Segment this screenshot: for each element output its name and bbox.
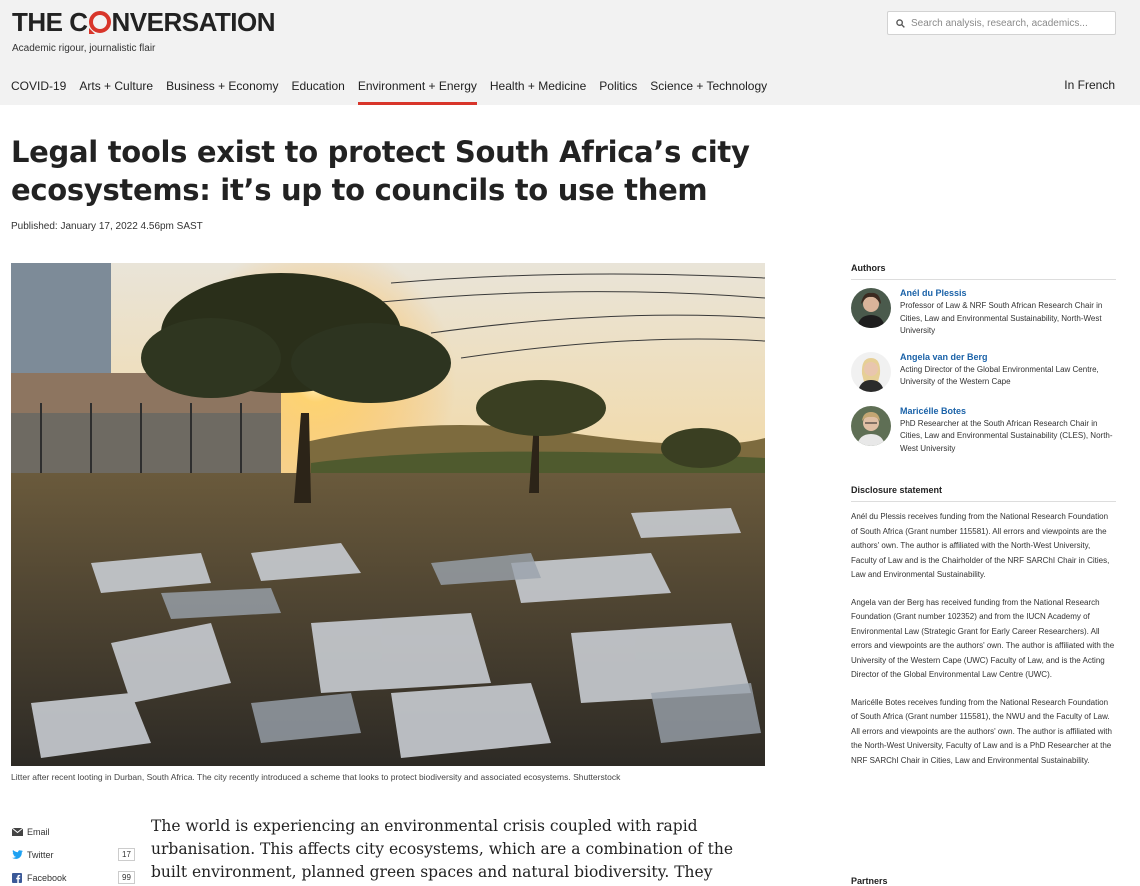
share-twitter-count: 17 [118, 848, 135, 861]
logo-text-left: THE C [12, 7, 88, 37]
share-facebook-count: 99 [118, 871, 135, 884]
article-headline: Legal tools exist to protect South Afric… [11, 135, 750, 207]
search-icon [896, 18, 905, 28]
nav-item-science-technology[interactable]: Science + Technology [650, 78, 767, 105]
search-input[interactable] [911, 17, 1101, 29]
image-caption: Litter after recent looting in Durban, S… [11, 772, 621, 782]
share-facebook[interactable]: Facebook 99 [11, 866, 135, 886]
disclosure-paragraph: Anél du Plessis receives funding from th… [851, 512, 1110, 579]
author-avatar[interactable] [851, 288, 891, 328]
nav-item-business-economy[interactable]: Business + Economy [166, 78, 278, 105]
share-facebook-label: Facebook [27, 872, 67, 883]
twitter-icon [11, 850, 23, 860]
nav-item-politics[interactable]: Politics [599, 78, 637, 105]
author-card: Angela van der Berg Acting Director of t… [851, 351, 1116, 392]
disclosure-paragraph: Angela van der Berg has received funding… [851, 597, 1115, 680]
author-avatar[interactable] [851, 351, 891, 392]
author-name-link[interactable]: Angela van der Berg [900, 352, 1116, 362]
site-header: THE C NVERSATION Academic rigour, journal… [0, 0, 1140, 105]
share-twitter-label: Twitter [27, 849, 54, 860]
site-logo[interactable]: THE C NVERSATION [12, 7, 276, 38]
search-box[interactable] [887, 11, 1116, 35]
disclosure-heading: Disclosure statement [851, 485, 1116, 502]
partners-heading: Partners [851, 876, 888, 886]
disclosure-paragraph: Maricélle Botes receives funding from th… [851, 697, 1112, 765]
nav-item-environment-energy[interactable]: Environment + Energy [357, 78, 477, 105]
nav-item-in-french[interactable]: In French [1064, 78, 1115, 92]
site-tagline: Academic rigour, journalistic flair [12, 43, 156, 54]
share-email[interactable]: Email [11, 820, 135, 843]
author-name-link[interactable]: Anél du Plessis [900, 288, 1116, 298]
author-role: Professor of Law & NRF South African Res… [900, 301, 1103, 335]
hero-image-illustration [11, 263, 765, 766]
logo-text-right: NVERSATION [111, 7, 276, 37]
author-card: Anél du Plessis Professor of Law & NRF S… [851, 288, 1116, 338]
published-date: Published: January 17, 2022 4.56pm SAST [11, 221, 203, 232]
facebook-icon [11, 872, 23, 883]
email-icon [11, 827, 23, 837]
article-sidebar: Authors Anél du Plessis Professor of Law… [851, 263, 1116, 781]
share-twitter[interactable]: Twitter 17 [11, 843, 135, 866]
nav-item-education[interactable]: Education [291, 78, 344, 105]
author-role: Acting Director of the Global Environmen… [900, 364, 1099, 387]
nav-item-health-medicine[interactable]: Health + Medicine [490, 78, 586, 105]
share-panel: Email Twitter 17 Facebook 99 [11, 820, 135, 886]
authors-heading: Authors [851, 263, 1116, 280]
share-email-label: Email [27, 826, 50, 837]
nav-item-covid-19[interactable]: COVID-19 [11, 78, 66, 105]
section-nav: COVID-19 Arts + Culture Business + Econo… [11, 78, 780, 105]
disclosure-statement: Anél du Plessis receives funding from th… [851, 510, 1116, 768]
speech-bubble-logo-icon [88, 11, 111, 34]
author-role: PhD Researcher at the South African Rese… [900, 418, 1113, 453]
article-body-paragraph: The world is experiencing an environment… [151, 817, 734, 881]
author-card: Maricélle Botes PhD Researcher at the So… [851, 405, 1116, 456]
hero-image [11, 263, 765, 766]
nav-item-arts-culture[interactable]: Arts + Culture [79, 78, 153, 105]
author-name-link[interactable]: Maricélle Botes [900, 406, 1116, 416]
author-avatar[interactable] [851, 405, 891, 446]
